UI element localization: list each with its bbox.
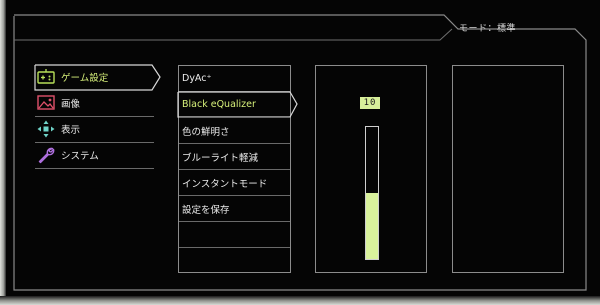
- submenu-item-instant-mode[interactable]: インスタントモード: [179, 170, 290, 195]
- picture-icon: [37, 95, 55, 110]
- submenu-item-label: 色の鮮明さ: [182, 126, 230, 138]
- submenu-item-low-blue-light[interactable]: ブルーライト軽減: [179, 144, 290, 169]
- submenu-item-label: インスタントモード: [182, 178, 268, 190]
- submenu-item-label: ブルーライト軽減: [182, 152, 259, 164]
- selected-menu-outline: [34, 64, 161, 91]
- wrench-icon: [38, 147, 55, 164]
- submenu-item-color-vibrance[interactable]: 色の鮮明さ: [179, 118, 290, 143]
- submenu-item-empty: [179, 222, 290, 247]
- monitor-osd-screen: モード：標準 ゲーム設定 画像 表示 システム DyAc⁺ Black eQua…: [0, 0, 600, 305]
- display-arrows-icon: [37, 120, 55, 138]
- info-panel: [452, 65, 564, 273]
- submenu-item-save-settings[interactable]: 設定を保存: [179, 196, 290, 221]
- submenu-item-empty: [179, 248, 290, 273]
- menu-item-label: システム: [61, 151, 99, 162]
- menu-item-system[interactable]: システム: [35, 143, 155, 167]
- menu-item-label: 表示: [61, 125, 81, 136]
- menu-item-label: 画像: [61, 99, 81, 110]
- menu-item-display[interactable]: 表示: [35, 117, 155, 141]
- screen-bezel-left: [0, 0, 6, 305]
- screen-bezel-bottom: [0, 296, 600, 305]
- menu-item-picture[interactable]: 画像: [35, 91, 155, 115]
- value-badge: 10: [360, 97, 380, 109]
- level-slider[interactable]: [365, 126, 379, 260]
- menu-divider: [35, 168, 154, 169]
- submenu-item-label: 設定を保存: [182, 204, 230, 216]
- submenu-item-label: DyAc⁺: [182, 73, 212, 84]
- mode-indicator: モード：標準: [459, 24, 517, 34]
- slider-fill: [366, 193, 378, 259]
- submenu-item-dyac[interactable]: DyAc⁺: [179, 66, 290, 91]
- selected-submenu-outline: [177, 91, 298, 118]
